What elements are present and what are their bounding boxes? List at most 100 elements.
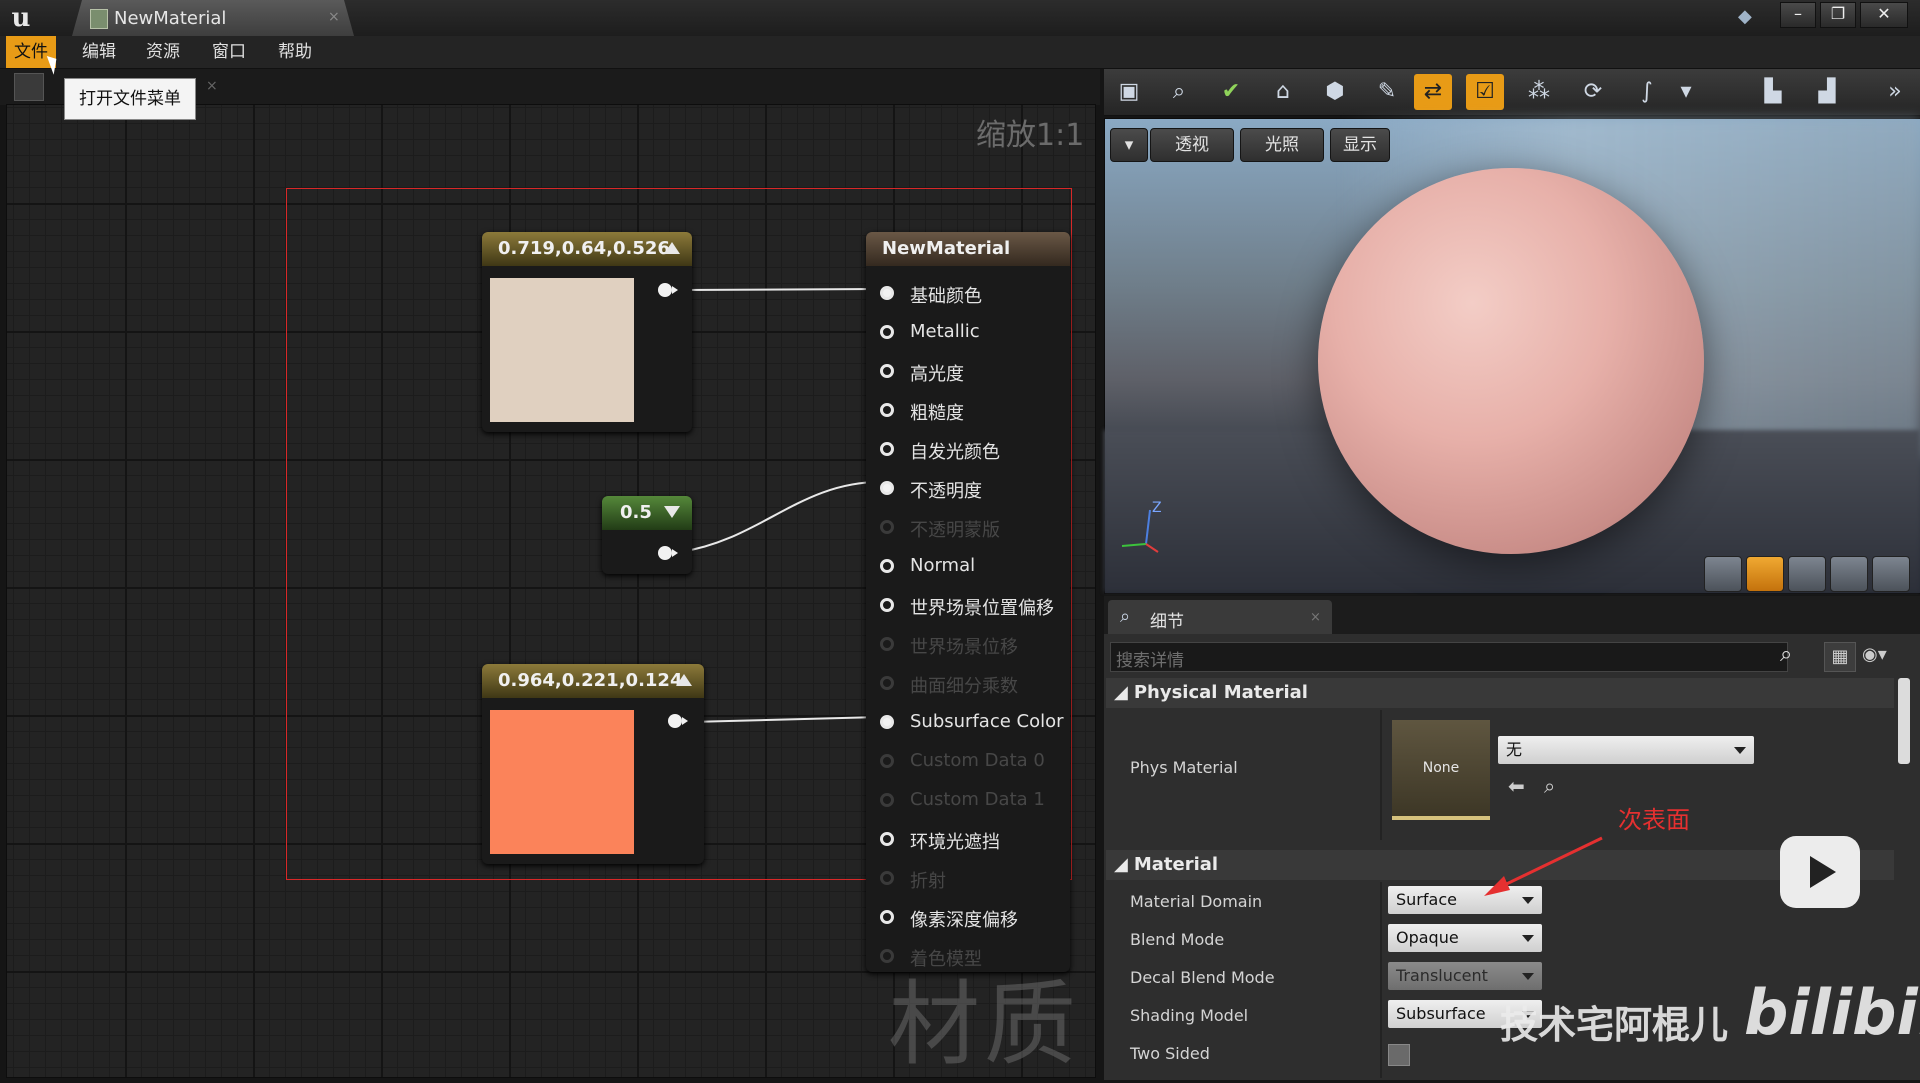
stats-icon[interactable]: ▙: [1754, 74, 1792, 110]
category-physical-material[interactable]: ◢ Physical Material: [1106, 678, 1894, 708]
blend-mode-dropdown[interactable]: Opaque: [1388, 924, 1542, 952]
input-pin[interactable]: [880, 559, 894, 573]
custom-mesh-icon[interactable]: [1872, 556, 1910, 592]
restore-button[interactable]: ❐: [1820, 2, 1856, 28]
expand-arrow-icon[interactable]: ◢: [1106, 854, 1134, 875]
constant-node-opacity[interactable]: 0.5: [602, 496, 692, 574]
node-header[interactable]: 0.719,0.64,0.526: [482, 232, 692, 266]
cylinder-icon[interactable]: [1704, 556, 1742, 592]
input-pin[interactable]: [880, 481, 894, 495]
live-preview-icon[interactable]: ☑: [1466, 74, 1504, 110]
phys-material-thumbnail[interactable]: None: [1392, 720, 1490, 820]
material-input-row[interactable]: 着色模型: [880, 944, 1066, 970]
browse-search-icon[interactable]: ⌕: [1544, 774, 1555, 798]
material-input-row[interactable]: Normal: [880, 554, 1066, 580]
shading-model-value: Subsurface: [1396, 1004, 1486, 1023]
pin-icon[interactable]: ◆: [1738, 6, 1752, 27]
material-input-row[interactable]: 自发光颜色: [880, 437, 1066, 463]
output-pin[interactable]: [658, 283, 678, 297]
material-input-label: 世界场景位移: [910, 637, 1018, 658]
input-pin[interactable]: [880, 364, 894, 378]
expand-arrow-icon[interactable]: ◢: [1106, 682, 1134, 703]
input-pin[interactable]: [880, 403, 894, 417]
output-pin[interactable]: [668, 714, 688, 728]
input-pin[interactable]: [880, 676, 894, 690]
material-input-label: Normal: [910, 555, 976, 576]
material-input-row[interactable]: 世界场景位置偏移: [880, 593, 1066, 619]
material-input-row[interactable]: 曲面细分乘数: [880, 671, 1066, 697]
decal-blend-mode-dropdown[interactable]: Translucent: [1388, 962, 1542, 990]
node-header[interactable]: 0.5: [602, 496, 692, 530]
collapse-caret-icon[interactable]: [664, 242, 680, 254]
node-header[interactable]: 0.964,0.221,0.124: [482, 664, 704, 698]
material-input-row[interactable]: 折射: [880, 866, 1066, 892]
input-pin[interactable]: [880, 598, 894, 612]
search-icon[interactable]: ⌕: [1780, 642, 1792, 667]
material-input-row[interactable]: 环境光遮挡: [880, 827, 1066, 853]
node-value-label: 0.964,0.221,0.124: [498, 670, 683, 691]
input-pin[interactable]: [880, 442, 894, 456]
input-pin[interactable]: [880, 832, 894, 846]
sphere-icon[interactable]: [1746, 556, 1784, 592]
material-input-row[interactable]: 基础颜色: [880, 281, 1066, 307]
material-input-row[interactable]: Custom Data 0: [880, 749, 1066, 775]
input-pin[interactable]: [880, 949, 894, 963]
perspective-button[interactable]: 透视: [1150, 128, 1234, 162]
node-header[interactable]: NewMaterial: [866, 232, 1070, 266]
input-pin[interactable]: [880, 286, 894, 300]
clean-up-icon[interactable]: ✎: [1368, 74, 1406, 110]
home-icon[interactable]: ⌂: [1264, 74, 1302, 110]
save-icon[interactable]: ▣: [1110, 74, 1148, 110]
use-selected-arrow-icon[interactable]: ⬅: [1508, 774, 1525, 798]
input-pin[interactable]: [880, 754, 894, 768]
input-pin[interactable]: [880, 871, 894, 885]
plane-icon[interactable]: [1788, 556, 1826, 592]
input-pin[interactable]: [880, 520, 894, 534]
live-nodes-icon[interactable]: ⁂: [1520, 74, 1558, 110]
material-input-row[interactable]: 高光度: [880, 359, 1066, 385]
input-pin[interactable]: [880, 637, 894, 651]
lit-label: 光照: [1265, 135, 1299, 155]
material-input-row[interactable]: 不透明蒙版: [880, 515, 1066, 541]
phys-material-dropdown[interactable]: 无: [1498, 736, 1754, 764]
preview-sphere[interactable]: [1318, 168, 1704, 554]
blend-mode-value: Opaque: [1396, 928, 1459, 947]
collapse-caret-icon[interactable]: [676, 674, 692, 686]
expand-caret-icon[interactable]: [664, 506, 680, 518]
show-button[interactable]: 显示: [1330, 128, 1390, 162]
grid-view-icon[interactable]: ▦: [1824, 642, 1856, 672]
input-pin[interactable]: [880, 793, 894, 807]
material-input-row[interactable]: Custom Data 1: [880, 788, 1066, 814]
phys-thumb-text: None: [1422, 760, 1460, 776]
minimize-button[interactable]: –: [1780, 2, 1816, 28]
material-input-row[interactable]: 像素深度偏移: [880, 905, 1066, 931]
material-input-row[interactable]: 世界场景位移: [880, 632, 1066, 658]
close-details-tab-icon[interactable]: ×: [1310, 610, 1321, 625]
cube-icon[interactable]: [1830, 556, 1868, 592]
input-pin[interactable]: [880, 715, 894, 729]
close-window-button[interactable]: ✕: [1860, 2, 1908, 28]
two-sided-checkbox[interactable]: [1388, 1044, 1410, 1066]
details-search-input[interactable]: [1110, 642, 1788, 672]
connectors-icon[interactable]: ⇄: [1414, 74, 1452, 110]
material-input-row[interactable]: 不透明度: [880, 476, 1066, 502]
platform-stats-icon[interactable]: ▟: [1808, 74, 1846, 110]
details-tab[interactable]: [1108, 600, 1332, 634]
lit-button[interactable]: 光照: [1240, 128, 1324, 162]
hlsl-icon[interactable]: ∫: [1628, 74, 1666, 110]
material-input-row[interactable]: 粗糙度: [880, 398, 1066, 424]
dropdown-icon[interactable]: ▾: [1676, 74, 1696, 110]
hierarchy-icon[interactable]: ⬢: [1316, 74, 1354, 110]
details-scrollbar[interactable]: [1898, 678, 1910, 764]
output-pin[interactable]: [658, 546, 678, 560]
visibility-eye-icon[interactable]: ◉▾: [1862, 644, 1887, 665]
more-icon[interactable]: »: [1876, 74, 1914, 110]
input-pin[interactable]: [880, 910, 894, 924]
material-input-row[interactable]: Metallic: [880, 320, 1066, 346]
apply-check-icon[interactable]: ✔: [1212, 74, 1250, 110]
input-pin[interactable]: [880, 325, 894, 339]
live-update-icon[interactable]: ⟳: [1574, 74, 1612, 110]
find-icon[interactable]: ⌕: [1160, 74, 1198, 110]
viewport-options-dropdown[interactable]: ▾: [1110, 128, 1148, 162]
material-input-row[interactable]: Subsurface Color: [880, 710, 1066, 736]
